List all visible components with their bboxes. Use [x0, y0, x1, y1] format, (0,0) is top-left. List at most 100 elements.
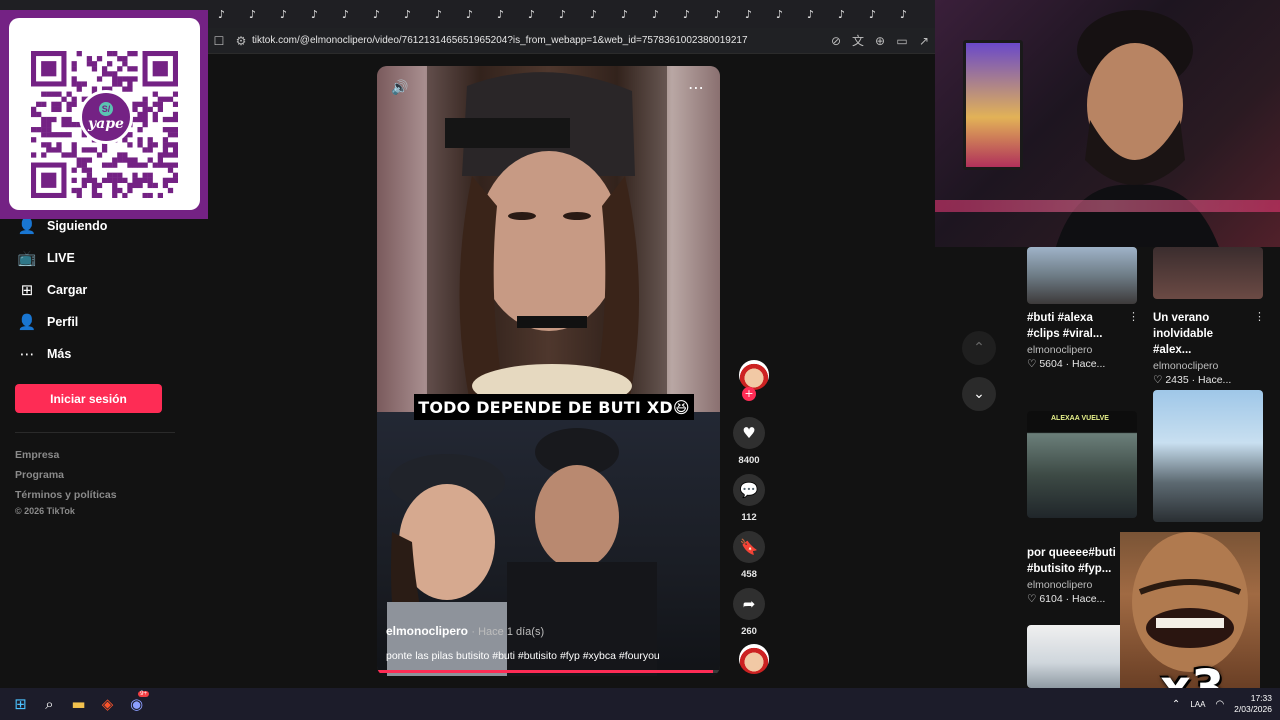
profile-icon: 👤 — [17, 313, 37, 331]
tab-tiktok-icon[interactable]: ♪ — [454, 0, 485, 28]
prev-video-button[interactable]: ⌃ — [962, 331, 996, 365]
qr-module — [167, 96, 174, 102]
qr-finder-module — [41, 61, 57, 77]
footer-link-program[interactable]: Programa — [15, 465, 117, 485]
tab-tiktok-icon[interactable]: ♪ — [671, 0, 702, 28]
qr-module — [117, 56, 123, 62]
qr-module — [31, 106, 37, 113]
tab-tiktok-icon[interactable]: ♪ — [547, 0, 578, 28]
tab-tiktok-icon[interactable]: ♪ — [888, 0, 919, 28]
volume-icon[interactable]: 🔊 — [391, 80, 408, 96]
webcam-overlay — [935, 0, 1280, 247]
qr-module — [86, 167, 93, 173]
share-icon[interactable]: ➦ — [733, 588, 765, 620]
related-author[interactable]: elmonoclipero — [1027, 344, 1139, 356]
tab-tiktok-icon[interactable]: ♪ — [299, 0, 330, 28]
file-explorer-icon[interactable]: ▬ — [64, 688, 93, 720]
related-views: 6104 — [1039, 593, 1063, 605]
tab-tiktok-icon[interactable]: ♪ — [857, 0, 888, 28]
related-thumbnail[interactable] — [1153, 247, 1263, 299]
tab-tiktok-icon[interactable]: ♪ — [237, 0, 268, 28]
card-more-icon[interactable]: ⋮ — [1128, 310, 1139, 323]
site-settings-icon[interactable]: ⚙ — [230, 34, 252, 48]
related-author[interactable]: elmonoclipero — [1153, 360, 1265, 372]
related-thumbnail[interactable]: ALEXAA VUELVE — [1027, 411, 1137, 518]
url-text[interactable]: tiktok.com/@elmonoclipero/video/76121314… — [252, 35, 825, 46]
related-thumbnail[interactable] — [1153, 390, 1263, 522]
login-button[interactable]: Iniciar sesión — [15, 384, 162, 413]
card-more-icon[interactable]: ⋮ — [1254, 310, 1265, 323]
tab-tiktok-icon[interactable]: ♪ — [609, 0, 640, 28]
music-avatar[interactable] — [739, 644, 769, 674]
translate-icon[interactable]: 文 — [847, 32, 869, 49]
tab-tiktok-icon[interactable]: ♪ — [485, 0, 516, 28]
sidebar-item-more[interactable]: ⋯ Más — [0, 338, 200, 370]
qr-module — [122, 157, 128, 163]
related-card[interactable]: ⋮ Un verano inolvidable #alex... elmonoc… — [1153, 247, 1265, 386]
follow-button[interactable]: + — [742, 387, 756, 401]
clock[interactable]: 17:33 2/03/2026 — [1234, 693, 1272, 715]
tab-tiktok-icon[interactable]: ♪ — [578, 0, 609, 28]
tab-tiktok-icon[interactable]: ♪ — [764, 0, 795, 28]
footer-link-company[interactable]: Empresa — [15, 445, 117, 465]
cast-icon[interactable]: ▭ — [891, 34, 913, 48]
qr-module — [117, 81, 123, 87]
tab-tiktok-icon[interactable]: ♪ — [392, 0, 423, 28]
share-icon[interactable]: ↗ — [913, 34, 935, 48]
tray-chevron-icon[interactable]: ⌃ — [1172, 699, 1180, 710]
related-card[interactable]: ALEXAA VUELVE — [1027, 411, 1139, 518]
tab-tiktok-icon[interactable]: ♪ — [795, 0, 826, 28]
bookmark-icon[interactable]: ☐ — [208, 34, 230, 48]
qr-module — [152, 142, 158, 148]
qr-module — [86, 157, 93, 163]
related-title[interactable]: Un verano inolvidable #alex... — [1153, 310, 1253, 358]
tab-tiktok-icon[interactable]: ♪ — [733, 0, 764, 28]
qr-module — [86, 172, 93, 178]
tab-tiktok-icon[interactable]: ♪ — [268, 0, 299, 28]
next-video-button[interactable]: ⌄ — [962, 377, 996, 411]
sidebar-item-live[interactable]: 📺 LIVE — [0, 242, 200, 274]
bookmark-icon[interactable]: 🔖 — [733, 531, 765, 563]
discord-icon[interactable]: ◉ 9+ — [122, 688, 151, 720]
video-author[interactable]: elmonoclipero — [386, 624, 468, 638]
comment-icon[interactable]: 💬 — [733, 474, 765, 506]
qr-module — [91, 177, 98, 183]
wifi-icon[interactable]: ◠ — [1215, 699, 1224, 710]
tab-tiktok-icon[interactable]: ♪ — [423, 0, 454, 28]
brave-browser-icon[interactable]: ◈ — [93, 688, 122, 720]
tab-tiktok-icon[interactable]: ♪ — [826, 0, 857, 28]
qr-module — [142, 177, 148, 183]
sidebar-item-profile[interactable]: 👤 Perfil — [0, 306, 200, 338]
tab-tiktok-icon[interactable]: ♪ — [640, 0, 671, 28]
related-title[interactable]: por queeee#buti #butisito #fyp... — [1027, 545, 1127, 577]
tab-tiktok-icon[interactable]: ♪ — [206, 0, 237, 28]
tab-tiktok-icon[interactable]: ♪ — [516, 0, 547, 28]
qr-module — [107, 172, 113, 178]
zoom-icon[interactable]: ⊕ — [869, 34, 891, 48]
qr-module — [117, 66, 123, 72]
sidebar-item-label: Perfil — [47, 315, 79, 329]
tab-tiktok-icon[interactable]: ♪ — [702, 0, 733, 28]
footer-link-terms[interactable]: Términos y políticas — [15, 485, 117, 505]
qr-module — [147, 157, 153, 163]
related-title[interactable]: #buti #alexa #clips #viral... — [1027, 310, 1127, 342]
tab-tiktok-icon[interactable]: ♪ — [330, 0, 361, 28]
address-bar[interactable]: ☐ ⚙ tiktok.com/@elmonoclipero/video/7612… — [208, 28, 935, 54]
qr-module — [127, 51, 133, 57]
qr-module — [112, 76, 118, 82]
video-progress-bar[interactable] — [377, 670, 720, 673]
more-options-icon[interactable]: ⋯ — [688, 78, 704, 97]
windows-start-icon[interactable]: ⊞ — [6, 688, 35, 720]
blocked-icon[interactable]: ⊘ — [825, 34, 847, 48]
search-icon[interactable]: ⌕ — [35, 688, 64, 720]
related-card[interactable]: ⋮ #buti #alexa #clips #viral... elmonocl… — [1027, 247, 1139, 370]
qr-module — [152, 111, 158, 118]
sidebar-item-upload[interactable]: ⊞ Cargar — [0, 274, 200, 306]
heart-icon[interactable]: ♥ — [733, 417, 765, 449]
related-thumbnail[interactable] — [1027, 247, 1137, 304]
video-player[interactable]: TODO DEPENDE DE BUTI XD😆 🔊 ⋯ elmonoclipe… — [377, 66, 720, 676]
creator-avatar[interactable] — [739, 360, 769, 390]
tab-tiktok-icon[interactable]: ♪ — [361, 0, 392, 28]
language-indicator[interactable]: LAA — [1190, 700, 1205, 709]
related-card[interactable] — [1153, 390, 1265, 522]
